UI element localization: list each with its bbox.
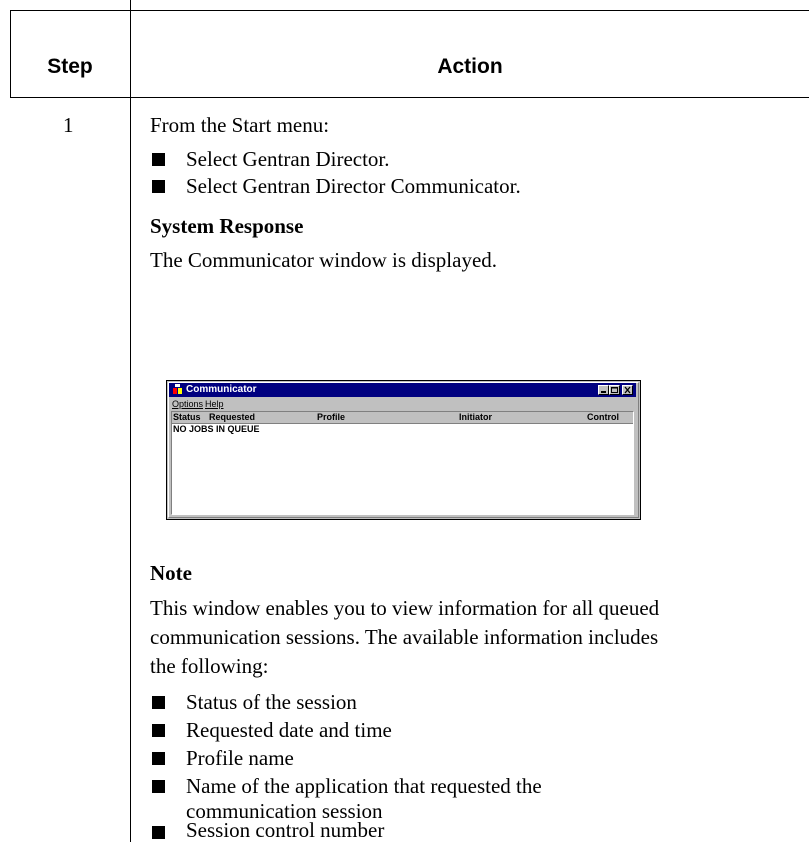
- note-line: This window enables you to view informat…: [150, 596, 660, 620]
- note-line: the following:: [150, 654, 269, 678]
- menu-options[interactable]: Options: [172, 398, 203, 410]
- bullet-icon: [152, 780, 165, 793]
- column-requested[interactable]: Requested: [209, 412, 255, 423]
- note-line: communication sessions. The available in…: [150, 625, 659, 649]
- list-column-headers: Status Requested Profile Initiator Contr…: [172, 412, 633, 424]
- bullet-icon: [152, 180, 165, 193]
- column-header-step: Step: [47, 55, 93, 78]
- maximize-icon: [611, 387, 618, 393]
- window-title-bar: Communicator: [169, 383, 636, 397]
- column-header-action: Action: [437, 55, 503, 78]
- bullet-item: Select Gentran Director Communicator.: [186, 174, 521, 198]
- column-control[interactable]: Control: [587, 412, 619, 423]
- bullet-icon: [152, 724, 165, 737]
- table-left-border: [10, 10, 11, 98]
- note-bullet: Name of the application that requested t…: [186, 774, 542, 798]
- minimize-button[interactable]: [598, 385, 609, 395]
- system-response-heading: System Response: [150, 214, 304, 238]
- column-profile[interactable]: Profile: [317, 412, 345, 423]
- step-number: 1: [63, 113, 74, 137]
- bullet-item: Select Gentran Director.: [186, 147, 390, 171]
- column-initiator[interactable]: Initiator: [459, 412, 492, 423]
- job-queue-list[interactable]: Status Requested Profile Initiator Contr…: [171, 411, 634, 515]
- minimize-icon: [601, 391, 606, 393]
- note-bullet: Requested date and time: [186, 718, 392, 742]
- bullet-icon: [152, 696, 165, 709]
- window-menu-bar: Options Help: [169, 398, 636, 410]
- note-bullet: Profile name: [186, 746, 294, 770]
- close-button[interactable]: [622, 385, 633, 395]
- note-heading: Note: [150, 561, 192, 585]
- menu-help[interactable]: Help: [205, 398, 224, 410]
- empty-queue-message: NO JOBS IN QUEUE: [173, 424, 260, 434]
- communicator-window-screenshot: Communicator Options Help Status Request…: [166, 380, 641, 520]
- bullet-icon: [152, 153, 165, 166]
- bullet-icon: [152, 826, 165, 839]
- window-title: Communicator: [186, 384, 257, 395]
- column-status[interactable]: Status: [173, 412, 201, 423]
- step-intro: From the Start menu:: [150, 113, 330, 137]
- column-divider: [130, 0, 131, 842]
- maximize-button[interactable]: [609, 385, 620, 395]
- close-icon: [624, 386, 631, 394]
- app-icon: [173, 384, 182, 394]
- bullet-icon: [152, 752, 165, 765]
- system-response-text: The Communicator window is displayed.: [150, 248, 498, 272]
- note-bullet: Session control number: [186, 818, 385, 842]
- note-bullet: Status of the session: [186, 690, 357, 714]
